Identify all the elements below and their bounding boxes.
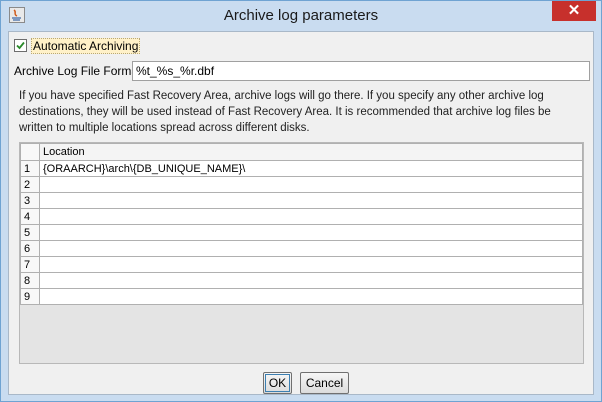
location-cell[interactable] <box>39 240 583 257</box>
table-row[interactable]: 4 <box>20 208 583 225</box>
row-number: 7 <box>20 256 40 273</box>
table-row[interactable]: 9 <box>20 288 583 305</box>
dialog-content: Automatic Archiving Archive Log File For… <box>8 31 594 395</box>
log-file-format-label: Archive Log File Format <box>14 64 142 78</box>
row-number: 8 <box>20 272 40 289</box>
automatic-archiving-label[interactable]: Automatic Archiving <box>31 38 141 54</box>
automatic-archiving-checkbox[interactable] <box>14 39 27 52</box>
table-row[interactable]: 7 <box>20 256 583 273</box>
location-cell[interactable] <box>39 272 583 289</box>
row-number-header <box>20 143 40 161</box>
table-row[interactable]: 3 <box>20 192 583 209</box>
row-number: 9 <box>20 288 40 305</box>
row-number: 4 <box>20 208 40 225</box>
location-cell[interactable] <box>39 208 583 225</box>
table-row[interactable]: 1 {ORAARCH}\arch\{DB_UNIQUE_NAME}\ <box>20 160 583 177</box>
location-cell[interactable] <box>39 192 583 209</box>
info-text: If you have specified Fast Recovery Area… <box>19 90 551 134</box>
check-icon <box>16 41 25 50</box>
location-cell[interactable] <box>39 288 583 305</box>
table-row[interactable]: 6 <box>20 240 583 257</box>
ok-button[interactable]: OK <box>263 372 292 394</box>
table-row[interactable]: 8 <box>20 272 583 289</box>
location-cell[interactable] <box>39 176 583 193</box>
location-cell[interactable] <box>39 256 583 273</box>
cancel-button[interactable]: Cancel <box>300 372 349 394</box>
row-number: 3 <box>20 192 40 209</box>
table-row[interactable]: 2 <box>20 176 583 193</box>
row-number: 6 <box>20 240 40 257</box>
row-number: 5 <box>20 224 40 241</box>
row-number: 1 <box>20 160 40 177</box>
table-row[interactable]: 5 <box>20 224 583 241</box>
table-header-row: Location <box>20 143 583 161</box>
row-number: 2 <box>20 176 40 193</box>
location-column-header: Location <box>39 143 583 161</box>
ok-button-label: OK <box>265 374 290 392</box>
location-cell[interactable] <box>39 224 583 241</box>
archive-log-dialog: Archive log parameters ✕ Automatic Archi… <box>0 0 602 402</box>
window-title: Archive log parameters <box>223 7 379 24</box>
location-cell[interactable]: {ORAARCH}\arch\{DB_UNIQUE_NAME}\ <box>39 160 583 177</box>
location-table: Location 1 {ORAARCH}\arch\{DB_UNIQUE_NAME… <box>19 142 584 364</box>
title-bar[interactable]: Archive log parameters ✕ <box>1 1 601 31</box>
close-icon[interactable]: ✕ <box>552 1 596 21</box>
log-file-format-input[interactable] <box>132 61 590 81</box>
